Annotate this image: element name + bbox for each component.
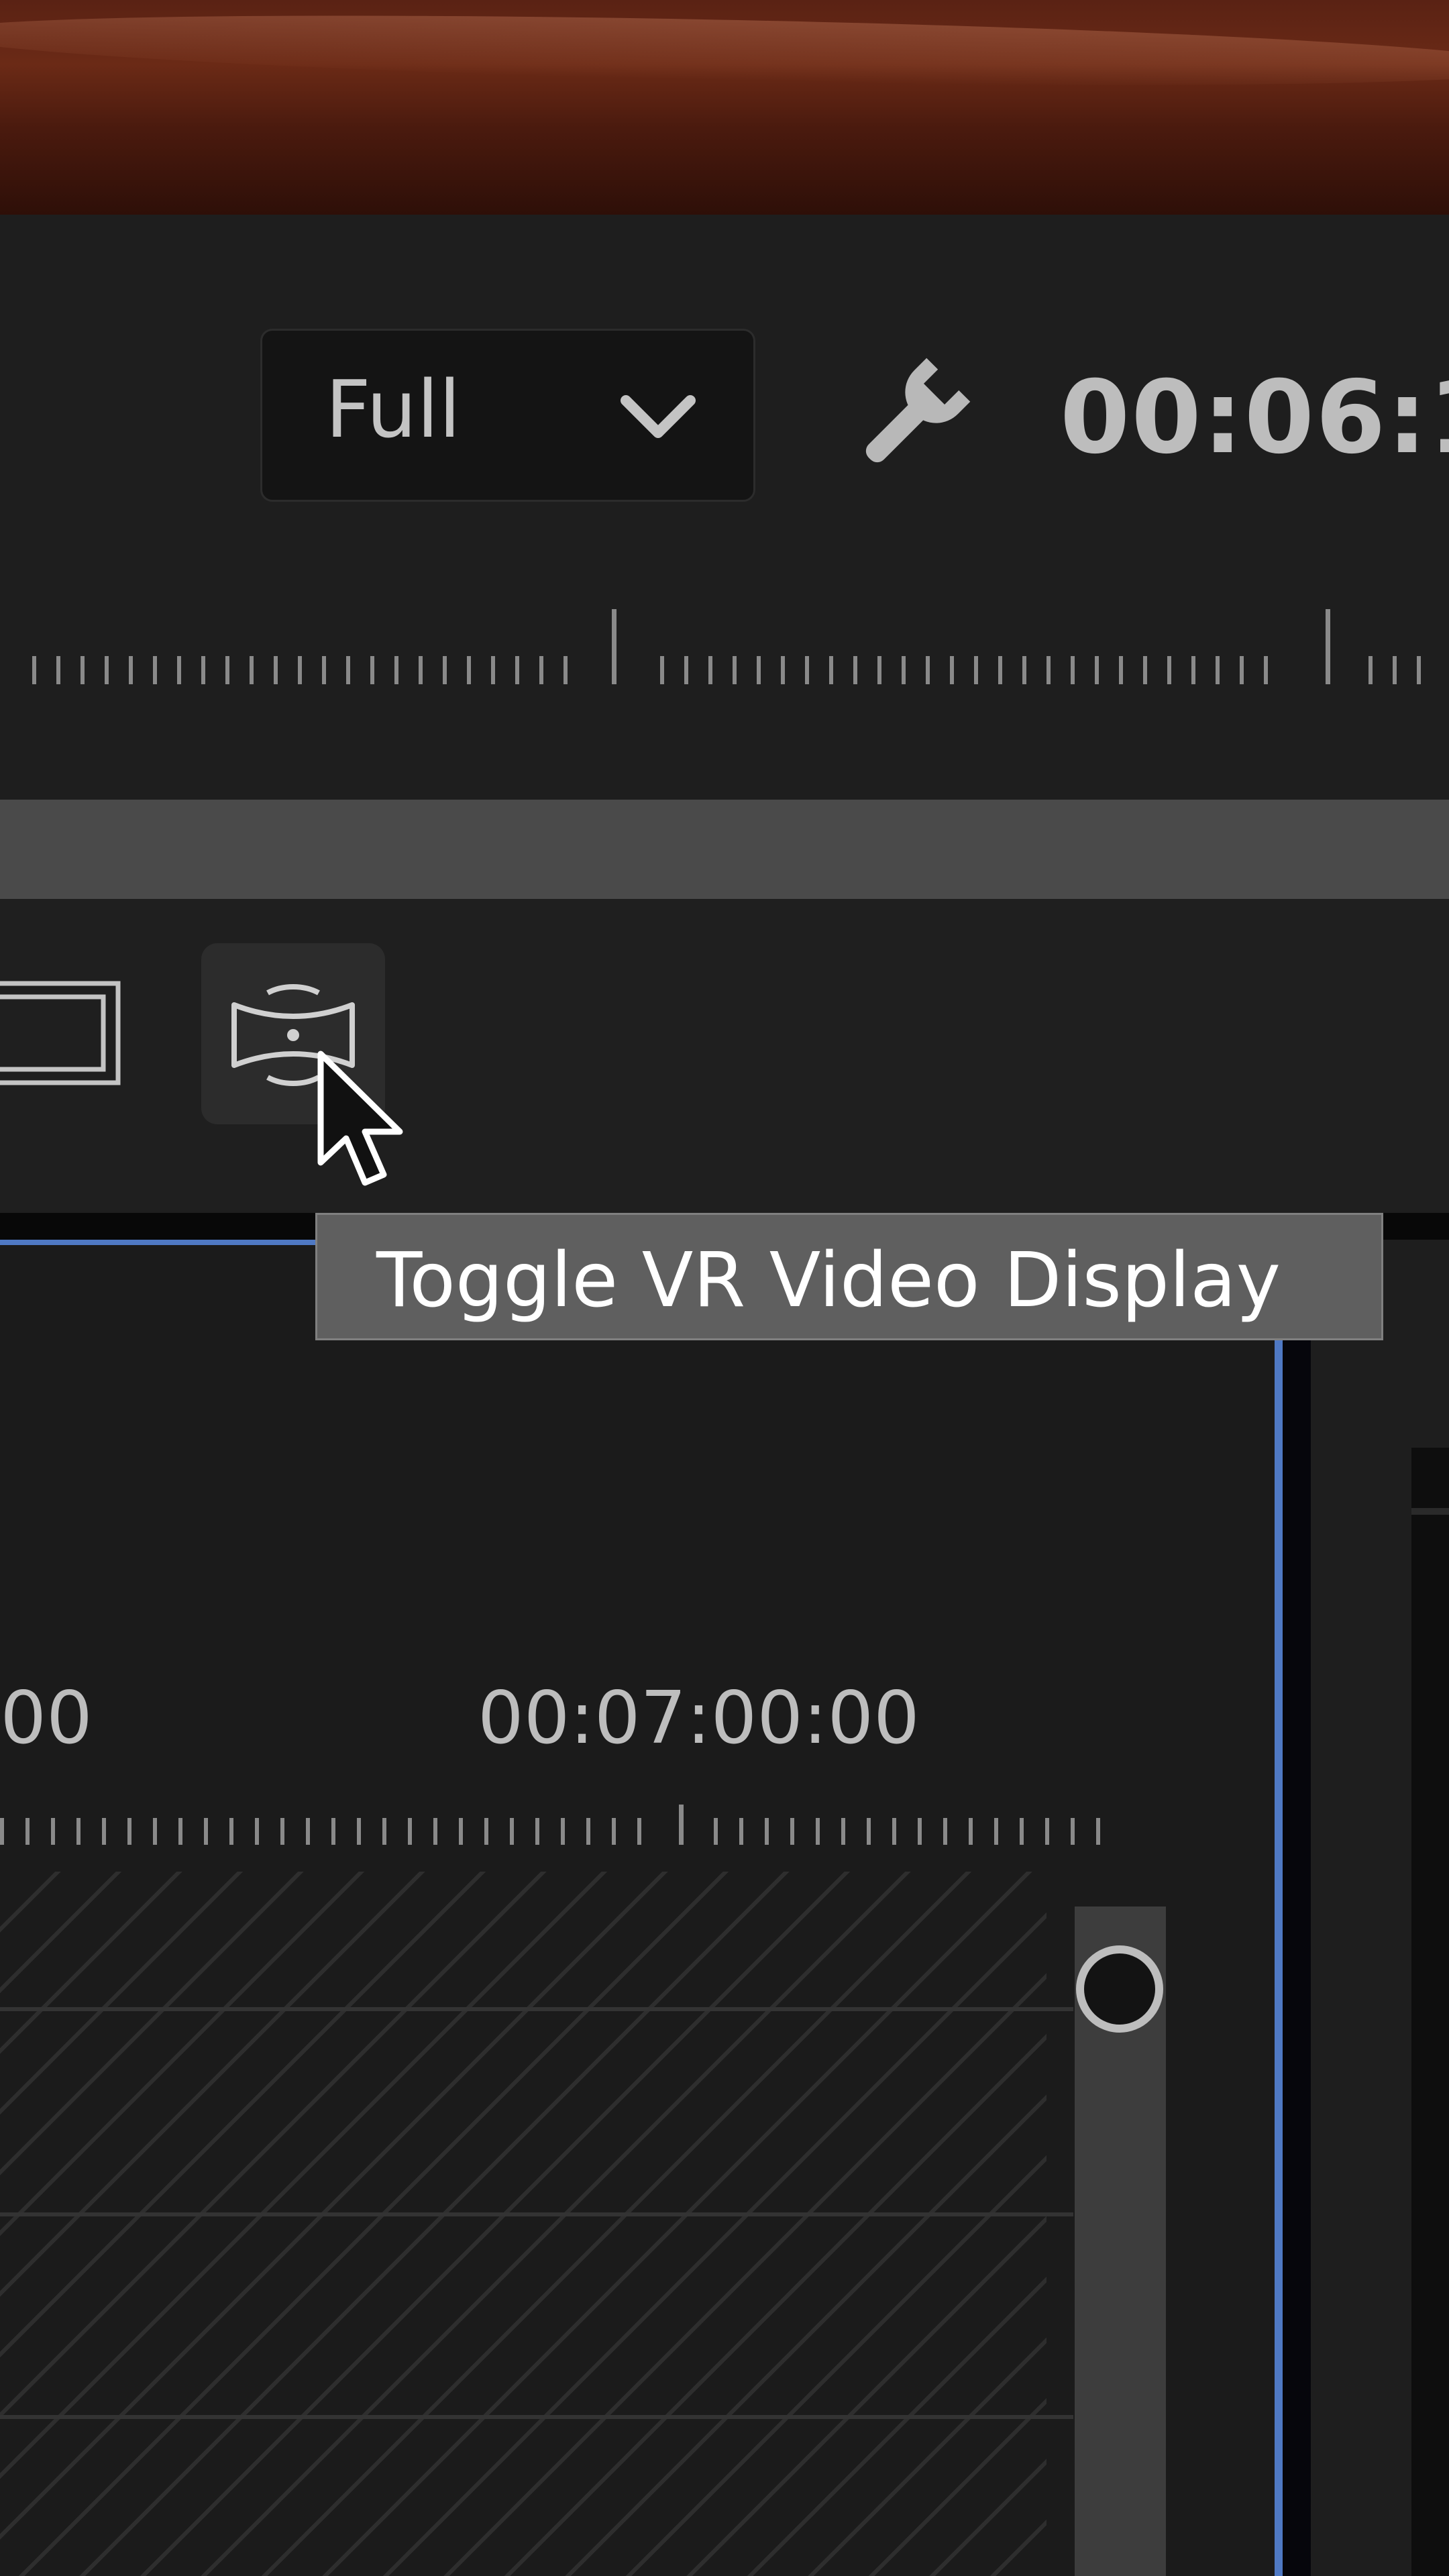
premiere-pro-window: Full 00:06:17: [0, 0, 1449, 2576]
audio-meter-line: [1411, 1508, 1449, 1515]
panel-focus-border-right: [1275, 1338, 1283, 2576]
timeline-time-ruler[interactable]: [0, 1805, 1127, 1872]
track-divider: [0, 2007, 1073, 2011]
playhead-timecode[interactable]: 00:06:17: [1060, 368, 1449, 468]
tooltip-text: Toggle VR Video Display: [376, 1237, 1281, 1324]
monitor-time-ruler[interactable]: [0, 597, 1449, 698]
timeline-ruler-label: :00: [0, 1676, 93, 1760]
program-monitor-controls: [0, 215, 1449, 892]
video-preview: [0, 0, 1449, 215]
playback-resolution-value: Full: [325, 363, 461, 455]
playback-resolution-dropdown[interactable]: Full: [260, 329, 755, 502]
wrench-icon[interactable]: [852, 356, 973, 476]
timeline-track-area[interactable]: [0, 1872, 1046, 2576]
track-divider: [0, 2415, 1073, 2419]
timeline-ruler-label: 00:07:00:00: [478, 1676, 920, 1760]
audio-meters-panel: [1311, 1240, 1449, 2576]
chevron-down-icon: [621, 395, 696, 438]
safe-margins-icon[interactable]: [0, 979, 127, 1087]
monitor-zoom-scrollbar[interactable]: [0, 800, 1449, 899]
mouse-cursor-icon: [317, 1051, 403, 1186]
audio-meter: [1411, 1448, 1449, 2576]
panel-gutter: [1283, 1338, 1311, 2576]
track-divider: [0, 2212, 1073, 2216]
tooltip: Toggle VR Video Display: [315, 1213, 1383, 1340]
panel-focus-border-top: [0, 1240, 315, 1245]
video-frame-highlight: [0, 3, 1449, 98]
scrollbar-handle[interactable]: [1076, 1945, 1163, 2033]
